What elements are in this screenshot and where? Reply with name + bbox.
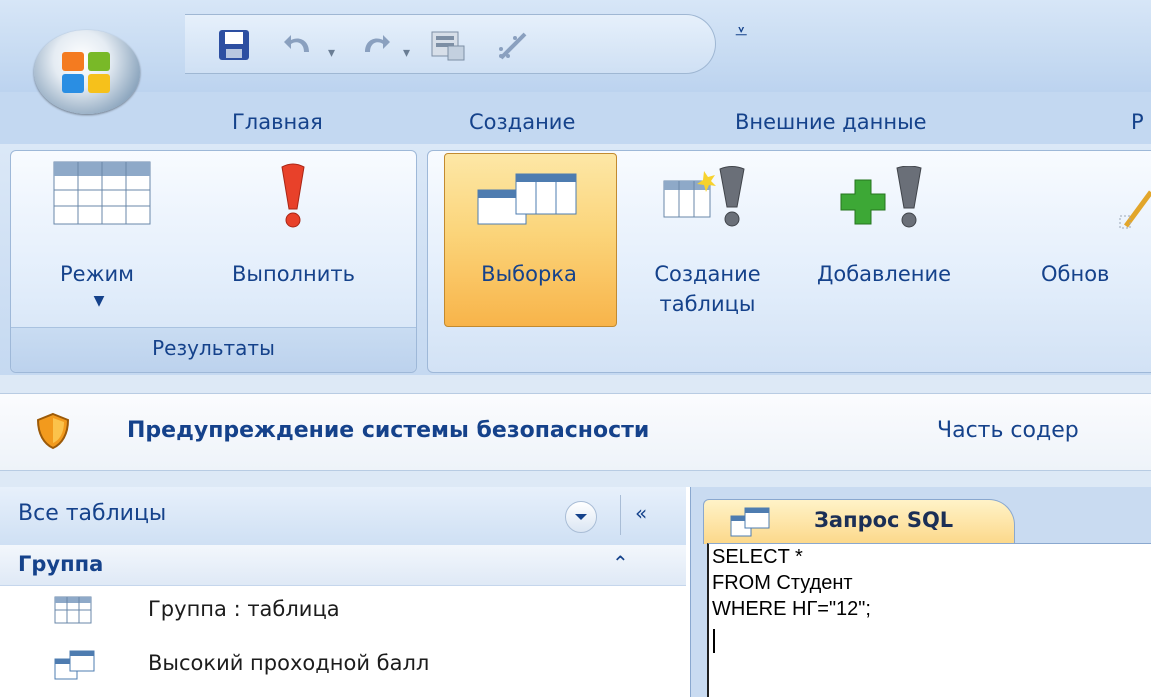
update-query-label[interactable]: Обнов xyxy=(1041,259,1151,289)
sql-line[interactable]: FROM Студент xyxy=(712,572,853,595)
text-cursor xyxy=(713,629,715,653)
navigation-pane-title[interactable]: Все таблицы xyxy=(18,501,166,526)
tab-external-data[interactable]: Внешние данные xyxy=(735,110,927,134)
run-button-label[interactable]: Выполнить xyxy=(195,259,392,289)
update-query-icon[interactable] xyxy=(1118,186,1151,234)
tab-create[interactable]: Создание xyxy=(469,110,575,134)
office-logo-icon xyxy=(62,52,110,93)
query-icon xyxy=(730,507,770,537)
security-warning-title: Предупреждение системы безопасности xyxy=(127,418,650,443)
results-group-caption: Результаты xyxy=(11,327,416,372)
sql-line[interactable]: WHERE НГ="12"; xyxy=(712,598,871,621)
shield-icon xyxy=(36,412,70,450)
make-table-label-line2[interactable]: таблицы xyxy=(625,289,790,319)
nav-item-label[interactable]: Высокий проходной балл xyxy=(148,651,429,675)
make-table-label-line1[interactable]: Создание xyxy=(625,259,790,289)
navigation-pane-header[interactable]: Все таблицы « xyxy=(0,487,686,546)
security-warning-message: Часть содер xyxy=(937,418,1079,443)
navigation-group-title[interactable]: Группа xyxy=(18,552,103,576)
form-view-icon[interactable] xyxy=(430,28,468,62)
query-icon xyxy=(54,650,95,680)
mode-button-label[interactable]: Режим xyxy=(47,259,147,289)
tab-sql-query[interactable]: Запрос SQL xyxy=(703,499,1015,544)
design-tool-icon[interactable] xyxy=(493,28,533,62)
redo-dropdown-arrow-icon[interactable]: ▾ xyxy=(403,45,410,61)
navigation-group-header[interactable]: Группа ⌃ xyxy=(0,545,686,586)
office-button[interactable] xyxy=(34,30,140,114)
redo-icon[interactable] xyxy=(357,28,393,62)
run-exclamation-icon[interactable] xyxy=(278,163,308,229)
append-query-label[interactable]: Добавление xyxy=(796,259,972,289)
chevron-up-icon[interactable]: ⌃ xyxy=(612,551,629,575)
save-icon[interactable] xyxy=(217,28,251,62)
security-warning-bar: Предупреждение системы безопасности Част… xyxy=(0,375,1151,487)
datasheet-view-icon[interactable] xyxy=(52,160,152,226)
list-item[interactable]: Высокий проходной балл xyxy=(0,639,686,693)
undo-dropdown-arrow-icon[interactable]: ▾ xyxy=(328,45,335,61)
tab-database-tools[interactable]: Р xyxy=(1131,110,1144,134)
title-bar: ▾ ▾ ⩡ xyxy=(0,0,1151,92)
mode-dropdown-arrow-icon[interactable]: ▼ xyxy=(84,286,114,316)
customize-toolbar-icon[interactable]: ⩡ xyxy=(735,22,747,44)
nav-item-label[interactable]: Группа : таблица xyxy=(148,597,340,621)
select-query-icon xyxy=(477,173,577,225)
collapse-pane-icon[interactable]: « xyxy=(635,501,647,525)
tab-home[interactable]: Главная xyxy=(232,110,323,134)
document-tab-label[interactable]: Запрос SQL xyxy=(814,508,953,532)
select-query-label: Выборка xyxy=(481,262,577,286)
navigation-pane: Все таблицы « Группа ⌃ Группа : таблица xyxy=(0,487,691,697)
append-query-icon[interactable] xyxy=(835,166,935,230)
table-icon xyxy=(54,596,92,624)
sql-editor[interactable]: SELECT * FROM Студент WHERE НГ="12"; xyxy=(707,543,1151,697)
quick-access-toolbar: ▾ ▾ xyxy=(185,14,716,74)
make-table-icon[interactable] xyxy=(660,165,750,231)
document-area: Запрос SQL SELECT * FROM Студент WHERE Н… xyxy=(691,487,1151,697)
access-window: ▾ ▾ ⩡ Главная Создание Внешние данные Р … xyxy=(0,0,1151,697)
list-item[interactable]: Группа : таблица xyxy=(0,585,686,639)
navigation-header-separator xyxy=(620,495,621,535)
undo-icon[interactable] xyxy=(281,28,317,62)
message-bar: Предупреждение системы безопасности Част… xyxy=(0,393,1151,471)
chevron-down-icon[interactable] xyxy=(565,501,597,533)
ribbon-tabs: Главная Создание Внешние данные Р xyxy=(0,92,1151,144)
sql-line[interactable]: SELECT * xyxy=(712,546,803,569)
